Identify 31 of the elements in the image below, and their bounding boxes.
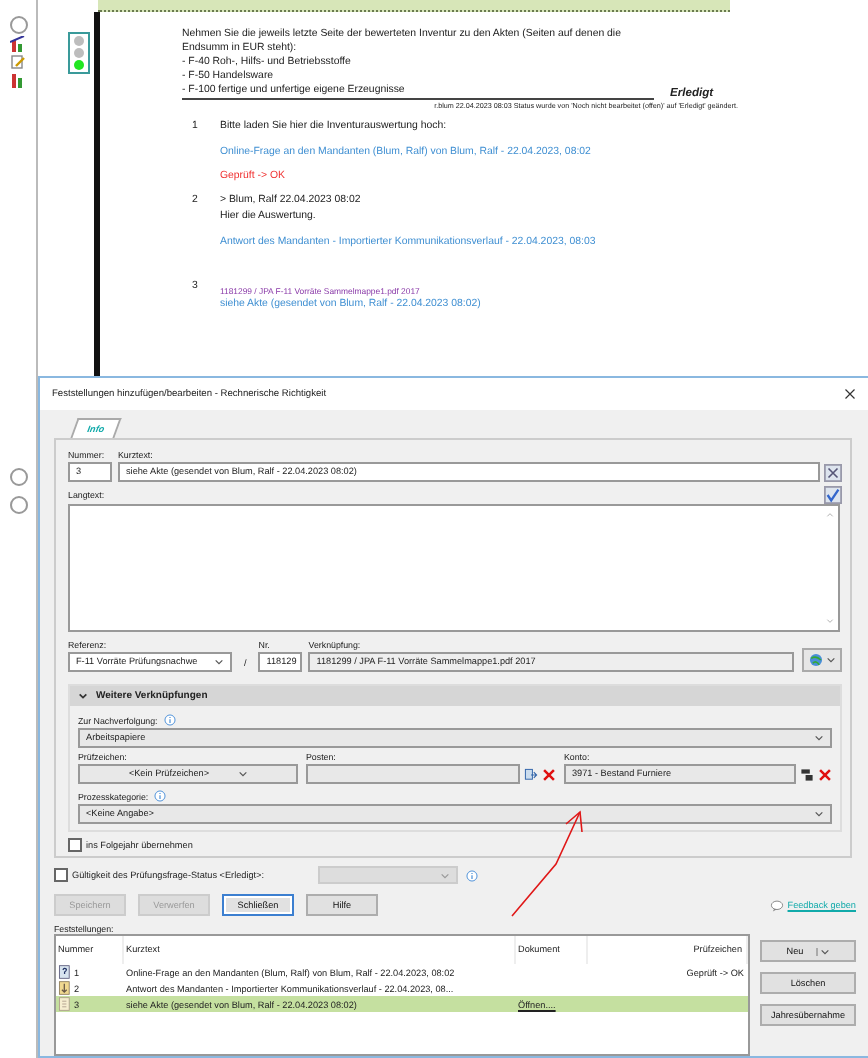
info-icon[interactable] xyxy=(163,714,176,726)
globe-icon xyxy=(808,652,824,668)
info-icon[interactable] xyxy=(154,790,167,802)
info-icon[interactable] xyxy=(466,869,478,881)
annotation-arrow xyxy=(508,808,588,918)
close-icon[interactable] xyxy=(844,388,856,400)
bars-icon[interactable] xyxy=(10,72,26,88)
delete-icon[interactable] xyxy=(542,767,556,781)
caret-icon xyxy=(814,734,824,742)
globe-button[interactable] xyxy=(802,648,842,672)
document-icon xyxy=(58,996,72,1012)
picker-icon[interactable] xyxy=(800,767,814,781)
caret-icon xyxy=(826,656,836,664)
caret-icon xyxy=(237,770,248,778)
clear-icon[interactable] xyxy=(824,463,842,481)
radio-icon[interactable] xyxy=(9,16,27,34)
caret-icon xyxy=(815,947,830,955)
caret-icon xyxy=(440,871,450,879)
scroll-down-icon[interactable] xyxy=(826,618,834,624)
reply-document-icon xyxy=(58,980,72,996)
long-text-field[interactable] xyxy=(68,504,840,632)
chevron-icon xyxy=(78,692,88,700)
scroll-up-icon[interactable] xyxy=(826,512,834,518)
item-field[interactable] xyxy=(306,764,520,784)
spellcheck-icon[interactable] xyxy=(824,486,842,504)
speech-bubble-icon xyxy=(769,899,784,911)
delete-icon[interactable] xyxy=(818,767,832,781)
question-document-icon xyxy=(58,964,72,980)
chart-icon[interactable] xyxy=(10,36,26,52)
caret-icon xyxy=(214,658,224,666)
caret-icon xyxy=(814,810,824,818)
